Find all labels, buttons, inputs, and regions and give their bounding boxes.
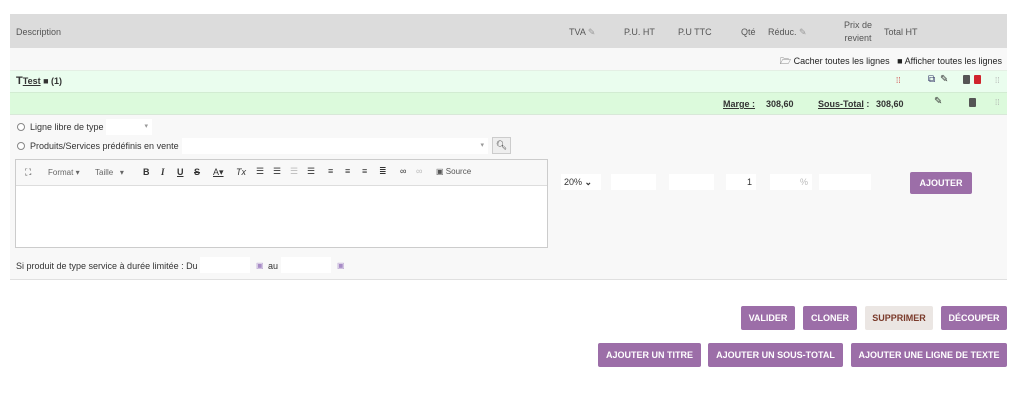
add-subtotal-button[interactable]: AJOUTER UN SOUS-TOTAL <box>708 343 843 367</box>
radio-predefined[interactable] <box>17 142 25 150</box>
col-total-ht: Total HT <box>884 27 918 37</box>
justify-icon[interactable]: ≣ <box>379 166 387 177</box>
add-line-button[interactable]: AJOUTER <box>910 172 972 194</box>
trash-all-icon[interactable] <box>974 75 981 84</box>
pu-ht-input[interactable] <box>611 174 656 190</box>
predefined-option[interactable]: Produits/Services prédéfinis en vente <box>17 141 179 151</box>
title-link[interactable]: Test <box>23 76 41 86</box>
qty-input[interactable]: 1 <box>726 174 756 190</box>
trash-icon[interactable] <box>969 98 976 107</box>
editor-toolbar: ⛶ Format ▾ Taille ▾ B I U S A▾ Tx ☰ ☰ ☰ … <box>16 160 547 186</box>
align-left-icon[interactable]: ≡ <box>328 166 333 176</box>
marge-label: Marge : <box>723 99 756 109</box>
unlink-icon[interactable]: ∞ <box>416 166 422 176</box>
clone-button[interactable]: CLONER <box>803 306 857 330</box>
numbered-list-icon[interactable]: ☰ <box>256 166 264 177</box>
pencil-icon[interactable]: ✎ <box>934 96 942 107</box>
drag-handle-icon[interactable]: ⁞⁞ <box>995 76 999 85</box>
col-reduc: Réduc. ✎ <box>768 27 807 37</box>
outdent-icon[interactable]: ☰ <box>290 166 298 177</box>
add-text-line-button[interactable]: AJOUTER UNE LIGNE DE TEXTE <box>851 343 1007 367</box>
grid-icon[interactable]: ⁞⁞ <box>896 76 900 85</box>
align-center-icon[interactable]: ≡ <box>345 166 350 176</box>
drag-handle-icon[interactable]: ⁞⁞ <box>995 98 999 107</box>
reduc-input[interactable]: % <box>770 174 812 190</box>
folder-icon[interactable]: ■ <box>43 76 48 86</box>
search-button[interactable]: 🔍︎ <box>492 137 511 154</box>
add-title-button[interactable]: AJOUTER UN TITRE <box>598 343 701 367</box>
au-label: au <box>268 261 279 271</box>
calendar-icon[interactable]: ▣ <box>337 261 345 270</box>
trash-icon[interactable] <box>963 75 970 84</box>
subtotal-row: Marge : 308,60 Sous-Total : 308,60 ✎ ⁞⁞ <box>10 92 1007 115</box>
bold-icon[interactable]: B <box>143 167 150 177</box>
calendar-icon[interactable]: ▣ <box>256 261 264 270</box>
link-icon[interactable]: ∞ <box>400 166 406 176</box>
pencil-icon[interactable]: ✎ <box>588 27 596 37</box>
marge-value: 308,60 <box>766 99 794 109</box>
show-all-lines-link[interactable]: ■ Afficher toutes les lignes <box>897 56 1002 66</box>
pencil-icon[interactable]: ✎ <box>940 74 948 85</box>
date-end-input[interactable] <box>281 257 331 273</box>
clone-icon[interactable]: ⧉ <box>928 74 935 85</box>
remove-format-icon[interactable]: Tx <box>236 167 246 177</box>
subtotal-value: 308,60 <box>876 99 904 109</box>
italic-icon[interactable]: I <box>161 167 165 177</box>
folder-open-icon: 🗁 <box>779 56 792 66</box>
title-row: TTest ■ (1) ⁞⁞ ⧉ ✎ ⁞⁞ <box>10 70 1007 92</box>
format-dropdown[interactable]: Format ▾ <box>48 168 80 177</box>
title-type-icon: T <box>16 75 23 87</box>
free-line-type-select[interactable]: ▾ <box>106 119 152 135</box>
pu-ttc-input[interactable] <box>669 174 714 190</box>
prix-revient-input[interactable] <box>819 174 871 190</box>
service-duration-label: Si produit de type service à durée limit… <box>16 261 198 271</box>
date-start-input[interactable] <box>200 257 250 273</box>
source-icon: ▣ <box>436 167 444 176</box>
col-pu-ht: P.U. HT <box>624 27 655 37</box>
tva-select[interactable]: 20% ⌄ <box>561 174 601 190</box>
table-header: Description TVA ✎ P.U. HT P.U TTC Qté Ré… <box>10 14 1007 48</box>
col-description: Description <box>16 27 62 37</box>
size-dropdown[interactable]: Taille ▾ <box>95 168 124 177</box>
col-prix-revient: Prix de revient <box>843 20 872 43</box>
folder-icon: ■ <box>897 56 903 66</box>
pencil-icon[interactable]: ✎ <box>799 27 807 37</box>
subtotal-label: Sous-Total <box>818 99 864 109</box>
col-tva: TVA ✎ <box>569 27 596 37</box>
title-count: (1) <box>51 76 63 86</box>
split-button[interactable]: DÉCOUPER <box>941 306 1007 330</box>
underline-icon[interactable]: U <box>177 167 184 177</box>
description-editor: ⛶ Format ▾ Taille ▾ B I U S A▾ Tx ☰ ☰ ☰ … <box>15 159 548 248</box>
line-toggles: 🗁 Cacher toutes les lignes ■ Afficher to… <box>780 54 1002 70</box>
align-right-icon[interactable]: ≡ <box>362 166 367 176</box>
text-color-icon[interactable]: A▾ <box>213 167 224 178</box>
maximize-icon[interactable]: ⛶ <box>25 167 31 178</box>
col-pu-ttc: P.U TTC <box>678 27 712 37</box>
source-button[interactable]: ▣ Source <box>436 167 471 176</box>
hide-all-lines-link[interactable]: 🗁 Cacher toutes les lignes <box>780 56 890 66</box>
product-select[interactable]: ▾ <box>182 138 488 154</box>
bullet-list-icon[interactable]: ☰ <box>273 166 281 177</box>
radio-free-line[interactable] <box>17 123 25 131</box>
col-qty: Qté <box>741 27 756 37</box>
free-line-option[interactable]: Ligne libre de type <box>17 122 104 132</box>
indent-icon[interactable]: ☰ <box>307 166 315 177</box>
validate-button[interactable]: VALIDER <box>741 306 795 330</box>
delete-button[interactable]: SUPPRIMER <box>865 306 933 330</box>
strikethrough-icon[interactable]: S <box>194 167 200 177</box>
search-icon: 🔍︎ <box>495 140 508 150</box>
